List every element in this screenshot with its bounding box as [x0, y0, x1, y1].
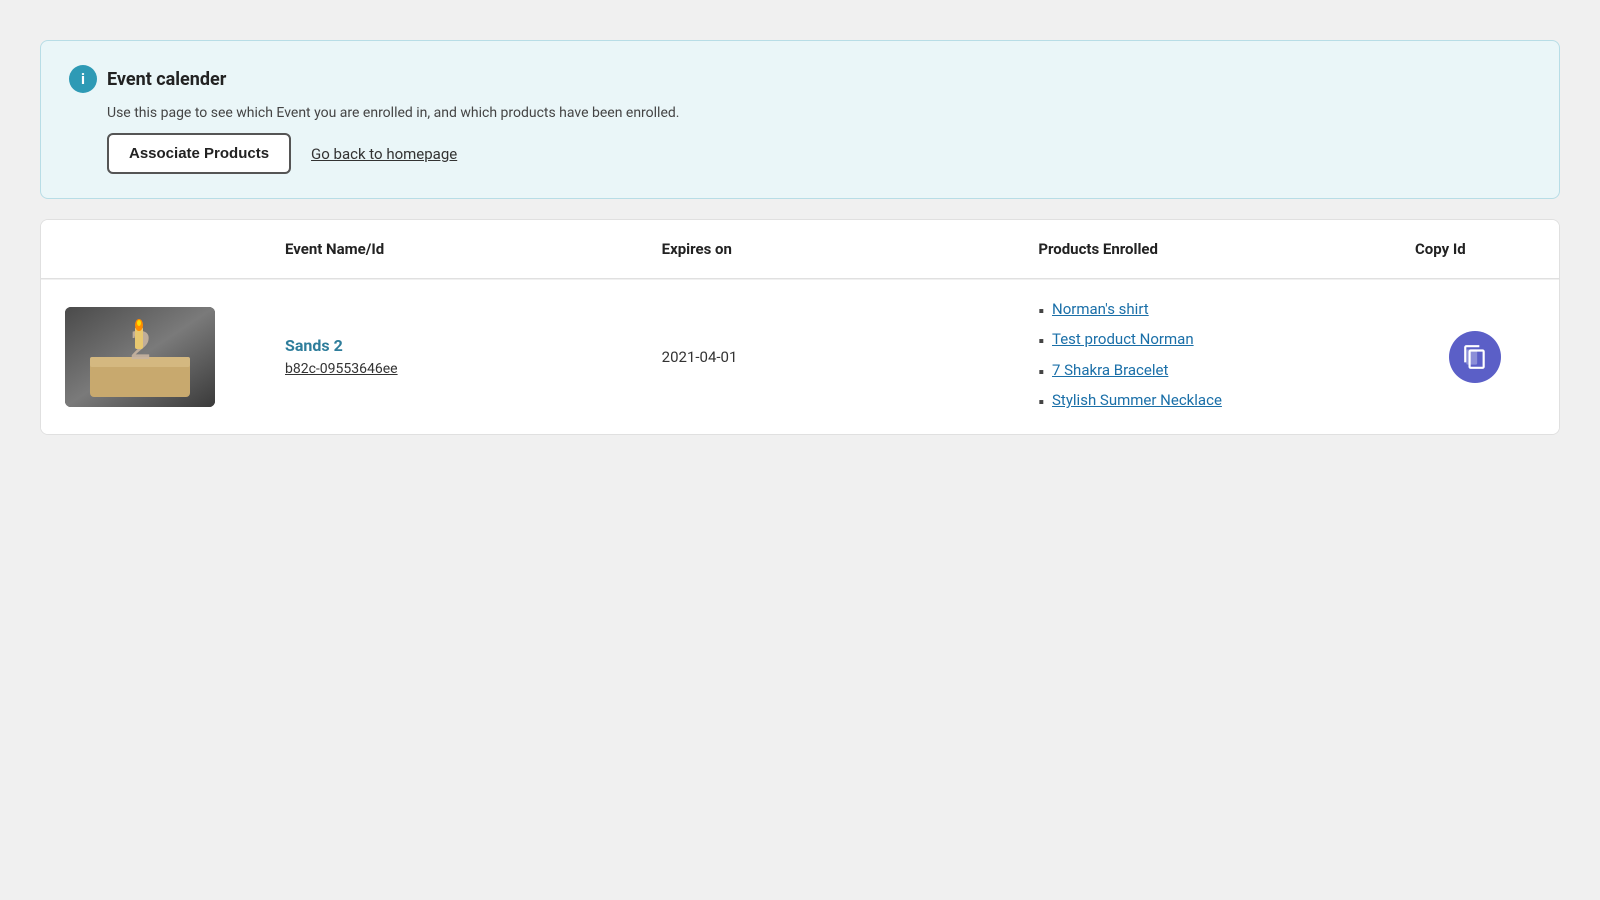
- event-name-link[interactable]: Sands 2: [285, 336, 662, 355]
- event-table: Event Name/Id Expires on Products Enroll…: [40, 219, 1560, 435]
- expires-on-cell: 2021-04-01: [662, 348, 1039, 366]
- bullet-icon: ▪: [1038, 330, 1044, 352]
- product-link[interactable]: Test product Norman: [1052, 330, 1194, 348]
- bullet-icon: ▪: [1038, 391, 1044, 413]
- banner-description: Use this page to see which Event you are…: [107, 105, 1531, 121]
- col-image: [65, 240, 285, 258]
- copy-id-button[interactable]: [1449, 331, 1501, 383]
- list-item: ▪ Norman's shirt: [1038, 300, 1415, 322]
- bullet-icon: ▪: [1038, 300, 1044, 322]
- copy-id-cell: [1415, 331, 1535, 383]
- product-link[interactable]: Stylish Summer Necklace: [1052, 391, 1222, 409]
- col-event-name-id: Event Name/Id: [285, 240, 662, 258]
- banner-title: Event calender: [107, 69, 226, 90]
- list-item: ▪ Test product Norman: [1038, 330, 1415, 352]
- event-image: 2: [65, 307, 215, 407]
- info-icon: i: [69, 65, 97, 93]
- copy-icon: [1462, 344, 1488, 370]
- list-item: ▪ Stylish Summer Necklace: [1038, 391, 1415, 413]
- col-products-enrolled: Products Enrolled: [1038, 240, 1415, 258]
- event-name-cell: Sands 2 b82c-09553646ee: [285, 336, 662, 377]
- info-banner: i Event calender Use this page to see wh…: [40, 40, 1560, 199]
- list-item: ▪ 7 Shakra Bracelet: [1038, 361, 1415, 383]
- product-link[interactable]: Norman's shirt: [1052, 300, 1149, 318]
- homepage-link[interactable]: Go back to homepage: [311, 145, 457, 163]
- product-link[interactable]: 7 Shakra Bracelet: [1052, 361, 1168, 379]
- associate-products-button[interactable]: Associate Products: [107, 133, 291, 174]
- event-id[interactable]: b82c-09553646ee: [285, 361, 662, 377]
- table-header: Event Name/Id Expires on Products Enroll…: [41, 220, 1559, 279]
- bullet-icon: ▪: [1038, 361, 1044, 383]
- col-copy-id: Copy Id: [1415, 240, 1535, 258]
- banner-actions: Associate Products Go back to homepage: [107, 133, 1531, 174]
- col-expires-on: Expires on: [662, 240, 1039, 258]
- banner-header: i Event calender: [69, 65, 1531, 93]
- products-list: ▪ Norman's shirt ▪ Test product Norman ▪…: [1038, 300, 1415, 414]
- table-row: 2 Sands 2 b82c-09553646ee 2021-04-01 ▪ N…: [41, 279, 1559, 434]
